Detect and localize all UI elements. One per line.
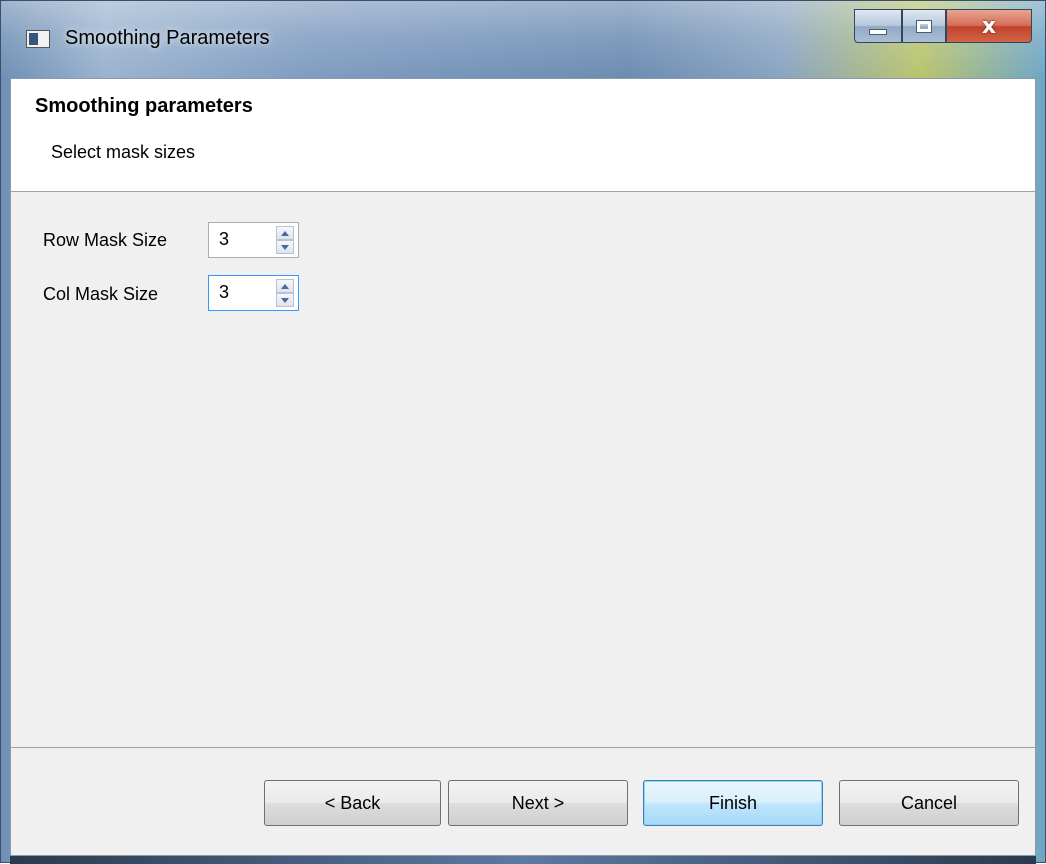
arrow-down-icon (281, 244, 289, 250)
minimize-button[interactable] (854, 9, 902, 43)
back-button[interactable]: < Back (264, 780, 441, 826)
col-mask-size-label: Col Mask Size (43, 284, 159, 304)
row-mask-size-increment[interactable] (276, 226, 294, 240)
finish-button-label: Finish (708, 792, 757, 813)
page-description: Select mask sizes (51, 142, 196, 162)
arrow-up-icon (281, 230, 289, 236)
window-title: Smoothing Parameters (65, 27, 270, 49)
close-icon: x (981, 13, 997, 39)
arrow-up-icon (281, 283, 289, 289)
maximize-button[interactable] (902, 9, 946, 43)
col-mask-size-spinner[interactable]: 3 (208, 275, 299, 311)
col-mask-size-spin-buttons (276, 279, 294, 307)
close-button[interactable]: x (946, 9, 1032, 43)
row-mask-size-decrement[interactable] (276, 240, 294, 254)
next-button-label: Next > (511, 792, 565, 813)
col-mask-size-decrement[interactable] (276, 293, 294, 307)
dialog-client-area: Smoothing parameters Select mask sizes R… (10, 78, 1036, 856)
row-mask-size-value[interactable]: 3 (219, 229, 229, 250)
back-button-label: < Back (324, 792, 381, 813)
finish-button[interactable]: Finish (643, 780, 823, 826)
title-bar[interactable]: Smoothing Parameters x (1, 1, 1045, 78)
row-mask-size-spinner[interactable]: 3 (208, 222, 299, 258)
maximize-icon (916, 19, 932, 33)
cancel-button[interactable]: Cancel (839, 780, 1019, 826)
next-button[interactable]: Next > (448, 780, 628, 826)
cancel-button-label: Cancel (900, 792, 958, 813)
col-mask-size-value[interactable]: 3 (219, 282, 229, 303)
footer-separator (11, 747, 1035, 748)
dialog-window: Smoothing Parameters x Smoothing paramet… (0, 0, 1046, 864)
row-mask-size-spin-buttons (276, 226, 294, 254)
page-title: Smoothing parameters (35, 95, 253, 117)
app-window-icon (26, 30, 50, 48)
col-mask-size-increment[interactable] (276, 279, 294, 293)
row-mask-size-label: Row Mask Size (43, 230, 168, 250)
wizard-header: Smoothing parameters Select mask sizes (11, 79, 1035, 192)
arrow-down-icon (281, 297, 289, 303)
minimize-icon (869, 29, 887, 35)
